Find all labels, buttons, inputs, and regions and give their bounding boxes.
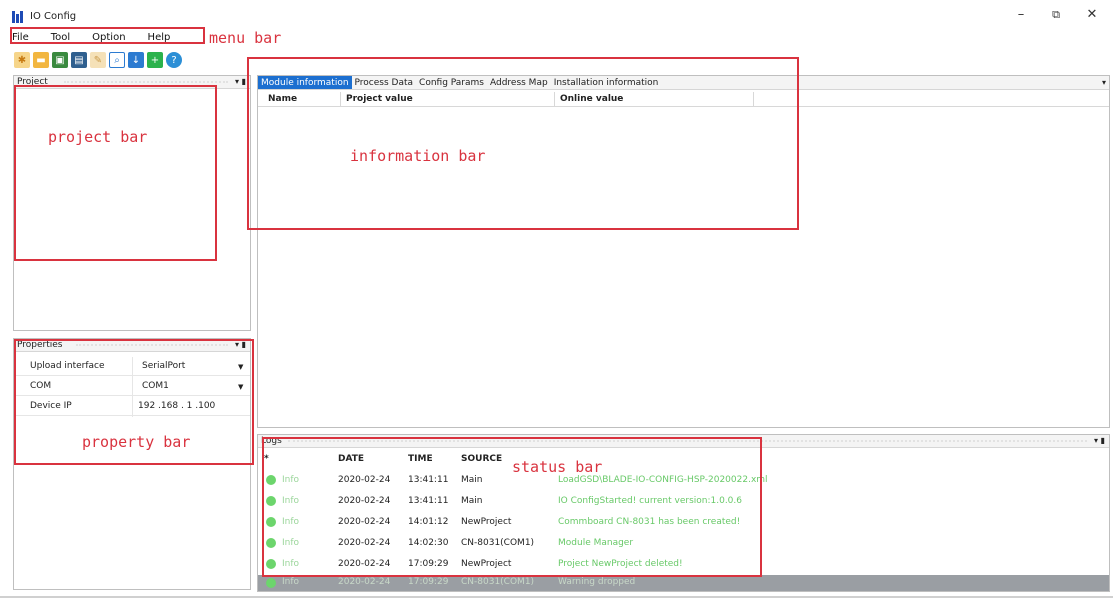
- window-title: IO Config: [30, 11, 77, 22]
- close-button[interactable]: ✕: [1081, 6, 1103, 24]
- project-bar-annotation: project bar: [48, 128, 148, 146]
- add-icon[interactable]: +: [147, 52, 163, 68]
- pin-icon[interactable]: ▾ ▮: [235, 76, 246, 88]
- log-date: 2020-02-24: [338, 577, 391, 587]
- information-bar-annotation: information bar: [350, 147, 486, 165]
- app-icon: [12, 11, 24, 23]
- toolbar: ✱ ▬ ▣ ▤ ✎ ⌕ ↓ + ?: [14, 51, 182, 69]
- save-as-icon[interactable]: ▤: [71, 52, 87, 68]
- window-bottom-border: [0, 596, 1113, 598]
- config-icon[interactable]: ✎: [90, 52, 106, 68]
- status-dot-icon: [266, 578, 276, 588]
- title-bar: IO Config – ⧉ ✕: [0, 0, 1113, 28]
- property-bar-annotation: property bar: [82, 433, 191, 451]
- menu-bar-annotation: menu bar: [209, 29, 282, 47]
- help-icon[interactable]: ?: [166, 52, 182, 68]
- log-row-selected[interactable]: Info 2020-02-24 17:09:29 CN-8031(COM1) W…: [258, 575, 1109, 591]
- log-level: Info: [282, 577, 300, 587]
- download-icon[interactable]: ↓: [128, 52, 144, 68]
- information-bar-annotation-box: [247, 57, 799, 230]
- restore-button[interactable]: ⧉: [1045, 6, 1067, 24]
- tab-menu-icon[interactable]: ▾: [1099, 76, 1109, 89]
- status-bar-annotation: status bar: [512, 458, 603, 476]
- menu-bar-annotation-box: [10, 27, 205, 44]
- log-time: 17:09:29: [408, 577, 449, 587]
- minimize-button[interactable]: –: [1010, 6, 1032, 24]
- project-bar-annotation-box: [14, 85, 217, 261]
- open-icon[interactable]: ▬: [33, 52, 49, 68]
- log-source: CN-8031(COM1): [461, 577, 535, 587]
- search-icon[interactable]: ⌕: [109, 52, 125, 68]
- save-icon[interactable]: ▣: [52, 52, 68, 68]
- log-message: Warning dropped: [558, 577, 636, 587]
- new-project-icon[interactable]: ✱: [14, 52, 30, 68]
- pin-icon[interactable]: ▾ ▮: [1094, 435, 1105, 447]
